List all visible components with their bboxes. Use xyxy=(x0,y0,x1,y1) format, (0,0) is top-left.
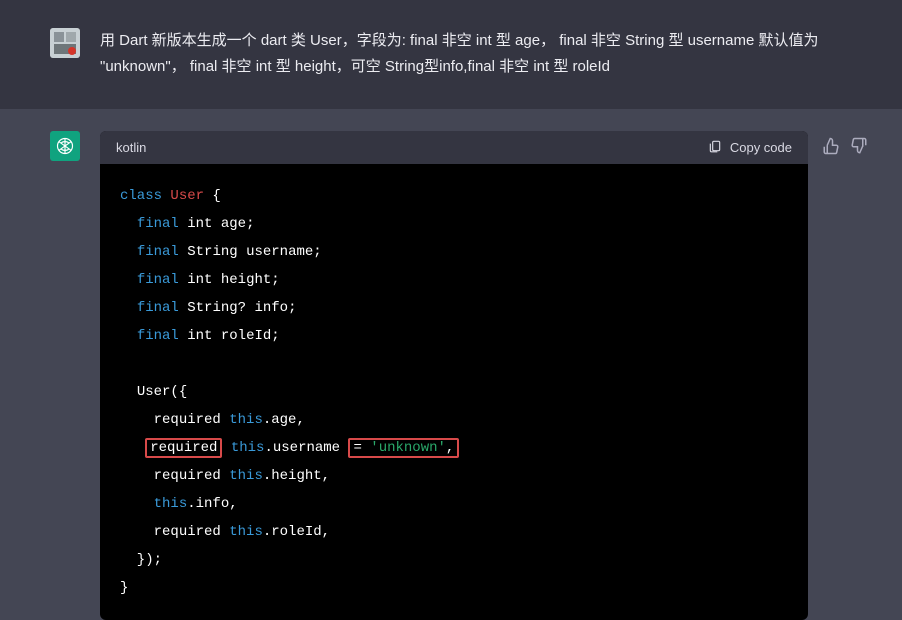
thumbs-down-icon[interactable] xyxy=(850,137,868,155)
keyword: final xyxy=(137,300,179,316)
keyword: final xyxy=(137,244,179,260)
keyword: final xyxy=(137,272,179,288)
feedback-buttons xyxy=(822,131,868,620)
code-language-label: kotlin xyxy=(116,140,146,155)
type: int xyxy=(187,216,212,232)
copy-code-button[interactable]: Copy code xyxy=(708,139,792,156)
assistant-avatar xyxy=(50,131,80,161)
class-name: User xyxy=(170,188,204,204)
keyword: final xyxy=(137,328,179,344)
type: String xyxy=(187,244,237,260)
user-message-text: 用 Dart 新版本生成一个 dart 类 User，字段为: final 非空… xyxy=(100,28,840,81)
highlight-box: required xyxy=(145,438,222,458)
field: roleId xyxy=(221,328,271,344)
keyword: required xyxy=(150,440,217,456)
type: String? xyxy=(187,300,246,316)
user-avatar xyxy=(50,28,80,58)
code-content: class User { final int age; final String… xyxy=(100,164,808,620)
field: info xyxy=(254,300,288,316)
field: age xyxy=(271,412,296,428)
clipboard-icon xyxy=(708,139,722,156)
code-header: kotlin Copy code xyxy=(100,131,808,164)
type: int xyxy=(187,272,212,288)
copy-code-label: Copy code xyxy=(730,140,792,155)
thumbs-up-icon[interactable] xyxy=(822,137,840,155)
field: username xyxy=(246,244,313,260)
keyword: this xyxy=(231,440,265,456)
field: height xyxy=(271,468,321,484)
keyword: this xyxy=(229,412,263,428)
keyword: required xyxy=(154,468,221,484)
user-message-row: 用 Dart 新版本生成一个 dart 类 User，字段为: final 非空… xyxy=(0,0,902,109)
keyword: this xyxy=(154,496,188,512)
constructor: User xyxy=(137,384,171,400)
keyword: required xyxy=(154,524,221,540)
keyword: final xyxy=(137,216,179,232)
keyword: this xyxy=(229,524,263,540)
string-literal: 'unknown' xyxy=(370,440,446,456)
field: roleId xyxy=(271,524,321,540)
field: height xyxy=(221,272,271,288)
highlight-box: = 'unknown', xyxy=(348,438,459,458)
keyword: class xyxy=(120,188,162,204)
keyword: this xyxy=(229,468,263,484)
field: age xyxy=(221,216,246,232)
field: username xyxy=(273,440,340,456)
field: info xyxy=(196,496,230,512)
assistant-message-row: kotlin Copy code class User { final int … xyxy=(0,109,902,620)
code-block: kotlin Copy code class User { final int … xyxy=(100,131,808,620)
keyword: required xyxy=(154,412,221,428)
type: int xyxy=(187,328,212,344)
